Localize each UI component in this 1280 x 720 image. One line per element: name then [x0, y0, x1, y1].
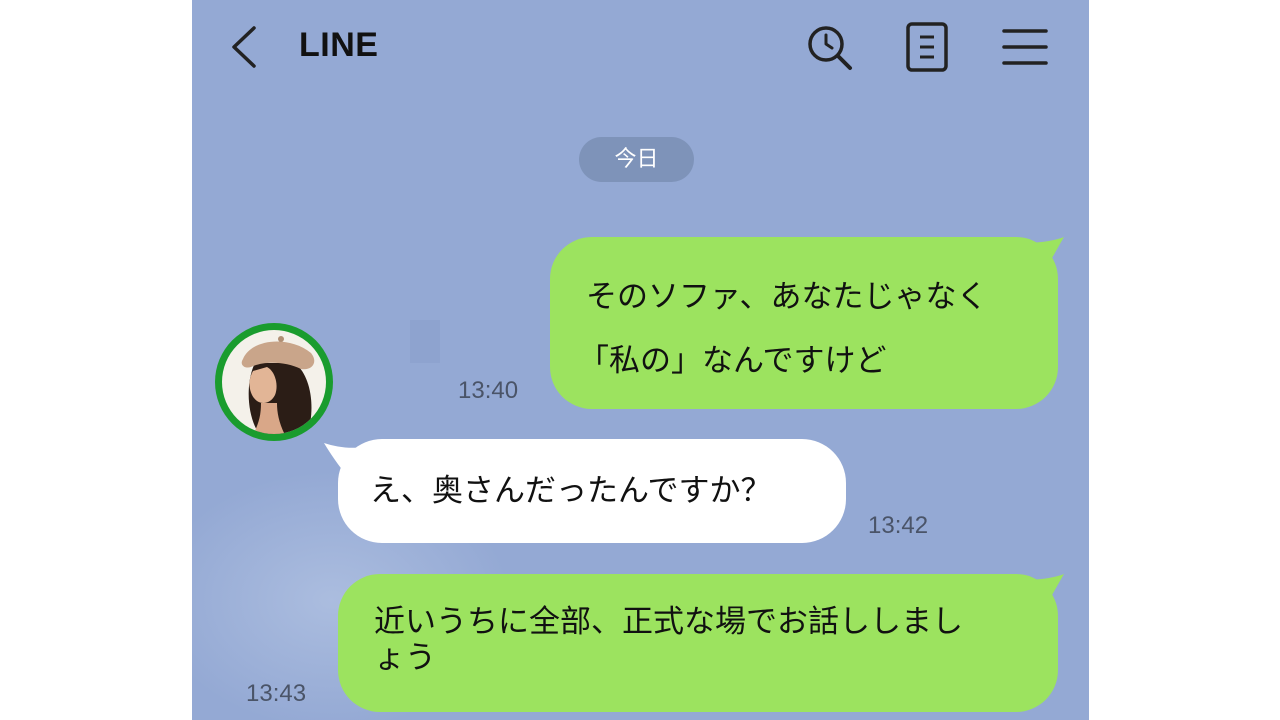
- image-placeholder: [410, 320, 440, 363]
- avatar-portrait-icon: [222, 330, 326, 434]
- menu-icon[interactable]: [1000, 22, 1050, 72]
- message-bubble-sent[interactable]: そのソファ、あなたじゃなく 「私の」なんですけど: [550, 237, 1064, 409]
- message-text-line: え、奥さんだったんですか？: [370, 473, 772, 509]
- notes-icon[interactable]: [903, 22, 953, 72]
- message-timestamp: 13:40: [458, 377, 519, 404]
- back-icon[interactable]: [226, 24, 266, 70]
- message-bubble-sent[interactable]: 近いうちに全部、正式な場でお話ししまし ょう: [338, 574, 1064, 712]
- message-text-line: 近いうちに全部、正式な場でお話ししまし: [374, 604, 963, 640]
- date-separator: 今日: [579, 137, 694, 182]
- chat-window: LINE 今日 そのソファ、あなたじゃなく 「私の」なんですけど 13:40 え…: [192, 0, 1089, 720]
- message-text-line: 「私の」なんですけど: [578, 343, 887, 379]
- search-icon[interactable]: [804, 22, 854, 72]
- chat-header: LINE: [192, 0, 1089, 95]
- contact-avatar[interactable]: [215, 323, 333, 441]
- message-text-line: ょう: [374, 640, 436, 676]
- message-timestamp: 13:43: [246, 680, 307, 707]
- message-timestamp: 13:42: [868, 512, 929, 539]
- message-text-line: そのソファ、あなたじゃなく: [586, 279, 988, 315]
- message-bubble-received[interactable]: え、奥さんだったんですか？: [324, 439, 846, 543]
- chat-title: LINE: [299, 26, 379, 64]
